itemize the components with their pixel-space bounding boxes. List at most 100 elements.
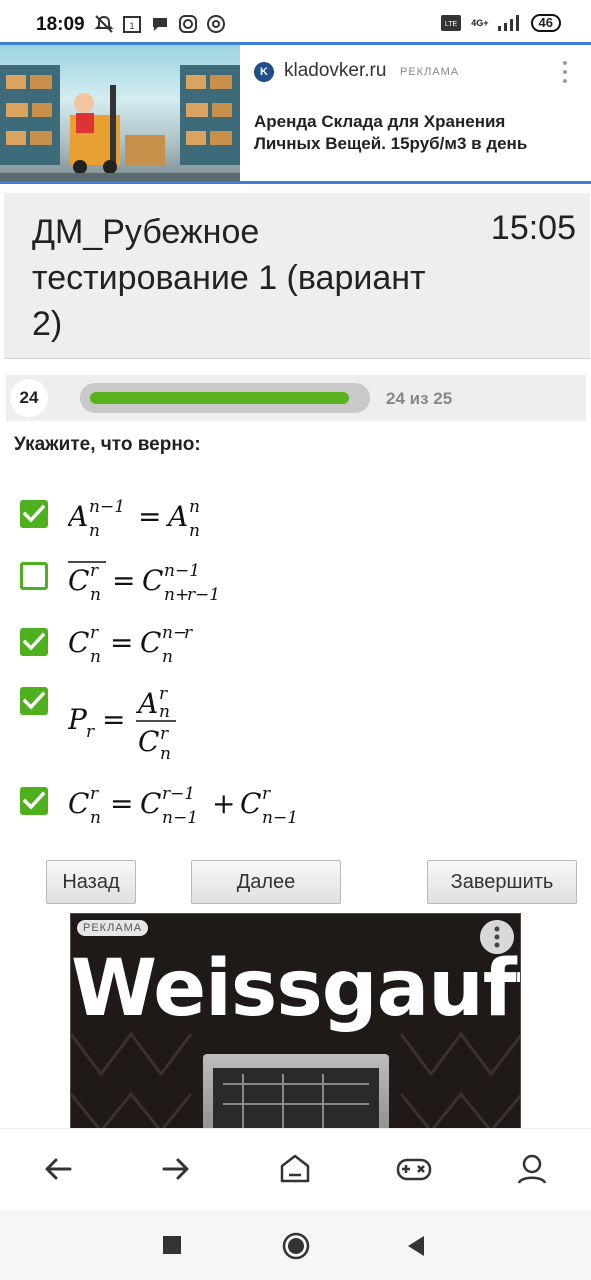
svg-text:=: = — [112, 564, 135, 597]
finish-button[interactable]: Завершить — [427, 860, 577, 904]
home-circle-icon[interactable] — [282, 1232, 310, 1260]
system-nav-bar — [0, 1210, 591, 1280]
browser-toolbar — [0, 1128, 591, 1210]
svg-text:n: n — [159, 702, 170, 722]
back-triangle-icon[interactable] — [406, 1235, 426, 1257]
svg-text:−1: −1 — [100, 497, 125, 517]
svg-text:r: r — [184, 623, 193, 643]
back-arrow-icon[interactable] — [40, 1151, 76, 1187]
svg-text:−1: −1 — [195, 585, 220, 604]
svg-text:P: P — [68, 703, 88, 736]
svg-text:LTE: LTE — [445, 21, 458, 28]
quiz-timer: 15:05 — [490, 209, 576, 247]
ad-more-icon[interactable] — [560, 59, 570, 85]
formula-4: P r = A r n C r n — [67, 683, 208, 769]
home-icon[interactable] — [277, 1151, 313, 1187]
calendar-icon: 1 — [123, 16, 141, 33]
progress-fill — [90, 392, 349, 404]
svg-text:A: A — [165, 500, 188, 533]
svg-text:C: C — [140, 787, 161, 820]
quiz-header: ДМ_Рубежное тестирование 1 (вариант 2) 1… — [4, 193, 590, 359]
svg-text:n: n — [162, 808, 173, 828]
chat-icon — [153, 18, 167, 31]
svg-text:C: C — [68, 564, 89, 597]
ad-brand: Weissgauff — [71, 944, 521, 1034]
checkbox-3[interactable] — [20, 628, 48, 656]
ad-bottom-tag: РЕКЛАМА — [77, 920, 149, 936]
svg-text:−1: −1 — [173, 808, 198, 828]
svg-text:n: n — [90, 585, 101, 604]
svg-text:C: C — [138, 725, 159, 758]
svg-text:=: = — [102, 703, 125, 736]
svg-text:=: = — [138, 500, 161, 533]
svg-text:C: C — [240, 787, 261, 820]
question-text: Укажите, что верно: — [14, 434, 201, 455]
ad-logo-icon: K — [254, 62, 274, 82]
svg-text:n: n — [189, 497, 200, 517]
svg-text:−1: −1 — [170, 784, 195, 804]
games-icon[interactable] — [396, 1151, 432, 1187]
network-type: 4G+ — [471, 18, 489, 28]
volte-icon: LTE — [441, 15, 462, 31]
svg-text:r: r — [262, 784, 271, 804]
svg-text:r: r — [86, 722, 95, 742]
formula-2: C r n = C n −1 n + r −1 — [68, 558, 268, 608]
ad-warehouse-image — [0, 45, 240, 181]
ad-tag: РЕКЛАМА — [400, 66, 460, 78]
status-notification-icons: 1 — [94, 14, 226, 34]
progress-text: 24 из 25 — [386, 389, 453, 408]
status-time: 18:09 — [36, 14, 85, 35]
ad-banner-top[interactable]: K kladovker.ru РЕКЛАМА Аренда Склада для… — [0, 42, 591, 184]
svg-text:A: A — [135, 687, 158, 720]
recent-apps-icon[interactable] — [163, 1236, 181, 1254]
status-right: LTE 4G+ 46 — [441, 14, 561, 32]
svg-text:n: n — [162, 647, 173, 667]
quiz-title: ДМ_Рубежное тестирование 1 (вариант 2) — [32, 213, 426, 343]
svg-text:n: n — [164, 585, 175, 604]
svg-text:r: r — [159, 684, 168, 704]
mute-bell-icon — [94, 15, 114, 33]
svg-text:C: C — [68, 626, 89, 659]
svg-text:A: A — [68, 500, 88, 533]
instagram-icon — [179, 15, 197, 33]
formula-1: A n −1 n = A n n — [65, 496, 218, 547]
svg-text:C: C — [140, 626, 161, 659]
question-number-badge: 24 — [10, 379, 48, 417]
svg-text:−1: −1 — [175, 561, 200, 581]
ad-domain[interactable]: kladovker.ru — [284, 60, 386, 82]
ad-dishwasher-image — [203, 1054, 389, 1129]
signal-icon — [497, 15, 519, 31]
svg-text:r: r — [160, 724, 169, 744]
svg-text:r: r — [90, 623, 99, 643]
svg-text:n: n — [189, 521, 200, 540]
at-icon — [207, 15, 225, 33]
checkbox-4[interactable] — [20, 687, 48, 715]
status-bar: 18:09 1 LTE 4G+ 46 — [0, 0, 591, 44]
svg-text:C: C — [142, 564, 163, 597]
progress-row: 24 24 из 25 — [6, 375, 586, 421]
svg-text:n: n — [162, 623, 173, 643]
checkbox-1[interactable] — [20, 500, 48, 528]
svg-text:n: n — [164, 561, 175, 581]
ad-banner-bottom[interactable]: РЕКЛАМА Weissgauff — [70, 913, 521, 1130]
svg-text:C: C — [68, 787, 89, 820]
svg-text:=: = — [110, 626, 133, 659]
checkbox-2[interactable] — [20, 562, 48, 590]
formula-5: C r n = C r −1 n −1 + C r n −1 — [68, 783, 328, 833]
formula-3: C r n = C n − r n — [68, 622, 238, 672]
svg-text:n: n — [89, 521, 100, 540]
svg-text:n: n — [90, 647, 101, 667]
back-button[interactable]: Назад — [46, 860, 136, 904]
profile-icon[interactable] — [514, 1151, 550, 1187]
forward-arrow-icon[interactable] — [158, 1151, 194, 1187]
svg-text:=: = — [110, 787, 133, 820]
svg-text:+: + — [212, 787, 235, 820]
svg-text:−1: −1 — [273, 808, 298, 828]
svg-text:n: n — [160, 744, 171, 764]
progress-bar — [80, 383, 370, 413]
checkbox-5[interactable] — [20, 787, 48, 815]
svg-text:1: 1 — [129, 21, 134, 31]
next-button[interactable]: Далее — [191, 860, 341, 904]
ad-headline[interactable]: Аренда Склада для Хранения Личных Вещей.… — [254, 111, 574, 155]
svg-text:r: r — [90, 561, 99, 581]
